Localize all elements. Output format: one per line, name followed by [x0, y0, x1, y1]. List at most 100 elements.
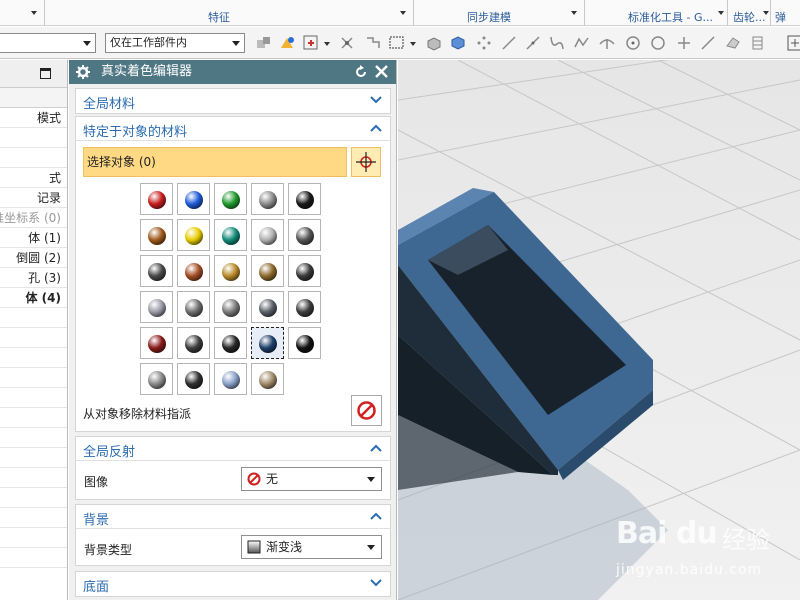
- line-icon[interactable]: [500, 34, 518, 52]
- chevron-down-icon[interactable]: [763, 11, 769, 15]
- material-swatch-onyx[interactable]: [288, 327, 321, 359]
- chevron-up-icon[interactable]: [370, 443, 382, 453]
- select-box-icon[interactable]: [302, 34, 320, 52]
- ribbon-group-left[interactable]: [0, 0, 45, 26]
- material-swatch-champagne[interactable]: [251, 363, 284, 395]
- navigator-row[interactable]: [0, 128, 67, 148]
- dialog-title-bar[interactable]: 真实着色编辑器: [69, 60, 396, 84]
- intersection-icon[interactable]: [598, 34, 616, 52]
- material-swatch-gunmetal[interactable]: [140, 255, 173, 287]
- chevron-down-icon[interactable]: [31, 11, 37, 15]
- global-material-header[interactable]: 全局材料: [76, 89, 390, 113]
- navigator-row[interactable]: 体 (1): [0, 228, 67, 248]
- select-object-row[interactable]: 选择对象 (0): [83, 147, 347, 177]
- point-filter-icon[interactable]: [338, 34, 356, 52]
- snap-point-icon[interactable]: [278, 34, 296, 52]
- graphics-viewport[interactable]: Bai du 经验 jingyan.baidu.com: [398, 60, 800, 600]
- navigator-row[interactable]: [0, 368, 67, 388]
- grid-points-icon[interactable]: [475, 34, 493, 52]
- material-swatch-red[interactable]: [140, 183, 173, 215]
- navigator-row[interactable]: [0, 448, 67, 468]
- navigator-row[interactable]: [0, 148, 67, 168]
- material-swatch-yellow[interactable]: [177, 219, 210, 251]
- material-swatch-graphite[interactable]: [288, 255, 321, 287]
- chevron-down-icon[interactable]: [400, 11, 406, 15]
- navigator-row[interactable]: [0, 308, 67, 328]
- navigator-row[interactable]: [0, 508, 67, 528]
- gear-icon[interactable]: [76, 65, 90, 79]
- navigator-row[interactable]: [0, 528, 67, 548]
- close-icon[interactable]: [375, 65, 388, 78]
- background-header[interactable]: 背景: [76, 505, 390, 529]
- chevron-up-icon[interactable]: [370, 123, 382, 133]
- selection-scope-combo[interactable]: 仅在工作部件内: [105, 33, 245, 53]
- material-swatch-dark-grey[interactable]: [288, 219, 321, 251]
- background-type-dropdown[interactable]: 渐变浅: [241, 535, 382, 559]
- sheet-body-icon[interactable]: [449, 34, 467, 52]
- navigator-row[interactable]: [0, 408, 67, 428]
- material-swatch-satin-grey[interactable]: [177, 291, 210, 323]
- navigator-row[interactable]: [0, 88, 67, 108]
- chevron-down-icon[interactable]: [370, 578, 382, 588]
- material-swatch-smoke-glass[interactable]: [177, 327, 210, 359]
- material-swatch-chrome[interactable]: [251, 219, 284, 251]
- material-swatch-green[interactable]: [214, 183, 247, 215]
- component-filter-icon[interactable]: [255, 34, 273, 52]
- material-swatch-bronze[interactable]: [140, 219, 173, 251]
- chevron-down-icon[interactable]: [571, 11, 577, 15]
- navigator-row[interactable]: [0, 348, 67, 368]
- ribbon-group-gear[interactable]: 齿轮...: [729, 0, 771, 26]
- material-swatch-copper[interactable]: [177, 255, 210, 287]
- material-swatch-light-grey[interactable]: [140, 363, 173, 395]
- face-point-icon[interactable]: [724, 34, 742, 52]
- chevron-down-icon[interactable]: [718, 11, 724, 15]
- ribbon-group-standard-tools[interactable]: 标准化工具 - G...: [586, 0, 728, 26]
- type-filter-combo[interactable]: [0, 33, 96, 53]
- object-material-header[interactable]: 特定于对象的材料: [76, 117, 390, 141]
- bracket-model[interactable]: [398, 188, 653, 490]
- material-swatch-black[interactable]: [288, 183, 321, 215]
- reset-icon[interactable]: [354, 65, 368, 79]
- point-on-curve-icon[interactable]: [699, 34, 717, 52]
- global-reflection-header[interactable]: 全局反射: [76, 437, 390, 461]
- bounded-grid-icon[interactable]: [749, 34, 767, 52]
- navigator-row[interactable]: [0, 328, 67, 348]
- ribbon-group-sync-modeling[interactable]: 同步建模: [415, 0, 585, 26]
- existing-point-icon[interactable]: [675, 34, 693, 52]
- navigator-row[interactable]: [0, 388, 67, 408]
- material-swatch-red-glass[interactable]: [140, 327, 173, 359]
- material-swatch-blue-glass[interactable]: [251, 327, 284, 359]
- chevron-down-icon[interactable]: [324, 42, 330, 46]
- material-swatch-dark-steel[interactable]: [288, 291, 321, 323]
- maximize-icon[interactable]: [40, 68, 51, 79]
- navigator-row[interactable]: [0, 428, 67, 448]
- navigator-row[interactable]: 倒圆 (2): [0, 248, 67, 268]
- line-endpoint-icon[interactable]: [524, 34, 542, 52]
- navigator-row[interactable]: 记录: [0, 188, 67, 208]
- material-swatch-pewter[interactable]: [214, 291, 247, 323]
- material-swatch-charcoal[interactable]: [177, 363, 210, 395]
- chevron-down-icon[interactable]: [410, 42, 416, 46]
- material-swatch-silver[interactable]: [251, 183, 284, 215]
- navigator-row[interactable]: 孔 (3): [0, 268, 67, 288]
- ribbon-group-features[interactable]: 特征: [46, 0, 414, 26]
- remove-material-button[interactable]: [351, 395, 382, 426]
- rectangle-select-icon[interactable]: [388, 34, 406, 52]
- material-swatch-ice-blue[interactable]: [214, 363, 247, 395]
- image-dropdown[interactable]: 无: [241, 467, 382, 491]
- quadrant-point-icon[interactable]: [649, 34, 667, 52]
- navigator-row[interactable]: 准坐标系 (0): [0, 208, 67, 228]
- feature-filter-icon[interactable]: [364, 34, 382, 52]
- material-swatch-brass[interactable]: [251, 255, 284, 287]
- navigator-row[interactable]: 模式: [0, 108, 67, 128]
- navigator-row[interactable]: 式: [0, 168, 67, 188]
- navigator-row[interactable]: [0, 488, 67, 508]
- ribbon-group-spring[interactable]: 弹: [772, 0, 800, 26]
- curve-icon[interactable]: [548, 34, 566, 52]
- select-object-button[interactable]: [351, 147, 381, 177]
- material-swatch-blue[interactable]: [177, 183, 210, 215]
- navigator-row[interactable]: [0, 548, 67, 568]
- material-swatch-black-glass[interactable]: [214, 327, 247, 359]
- spline-icon[interactable]: [573, 34, 591, 52]
- material-swatch-teal[interactable]: [214, 219, 247, 251]
